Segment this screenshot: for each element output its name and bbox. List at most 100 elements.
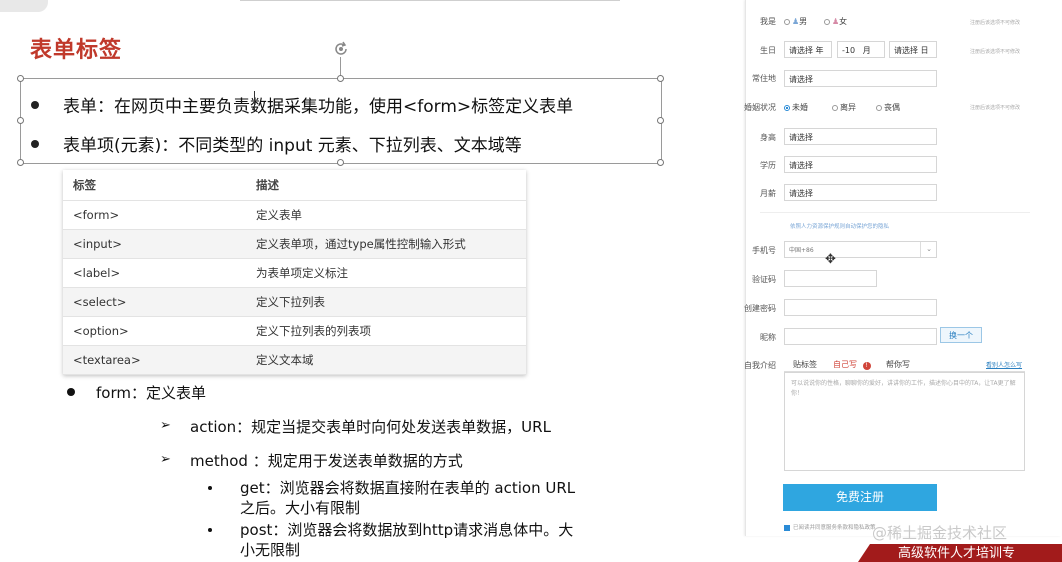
password-label: 创建密码 bbox=[744, 304, 776, 313]
month-unit: 月 bbox=[862, 46, 871, 55]
bullet-text: 表单项(元素)：不同类型的 input 元素、下拉列表、文本域等 bbox=[63, 136, 522, 156]
gender-label: 我是 bbox=[760, 17, 776, 26]
cell-description: 定义文本域 bbox=[246, 345, 526, 375]
resize-handle-tl[interactable] bbox=[17, 75, 24, 82]
note-form: form：定义表单 bbox=[96, 384, 206, 402]
rotate-connector bbox=[340, 57, 341, 77]
cell-description: 定义表单 bbox=[246, 200, 526, 230]
note-get-line2: 之后。大小有限制 bbox=[240, 499, 361, 517]
swap-nickname-button[interactable]: 换一个 bbox=[940, 327, 982, 343]
resize-handle-top[interactable] bbox=[337, 75, 344, 82]
table-header-row: 标签 描述 bbox=[63, 170, 526, 201]
male-text: 男 bbox=[799, 17, 808, 26]
privacy-link[interactable]: 依照人力资源保护规则自动保护您的隐私 bbox=[790, 222, 889, 230]
income-label: 月薪 bbox=[760, 189, 776, 198]
table-row: <form> 定义表单 bbox=[63, 200, 526, 230]
text-caret bbox=[254, 91, 255, 111]
note-get: get：浏览器会将数据直接附在表单的 action URL 之后。大小有限制 bbox=[240, 478, 575, 518]
radio-icon[interactable] bbox=[784, 18, 790, 25]
birth-day-select[interactable]: 请选择 日 bbox=[889, 41, 937, 58]
cell-tag: <select> bbox=[63, 287, 246, 317]
resize-handle-bl[interactable] bbox=[17, 159, 24, 166]
gender-female-option[interactable]: ♟女 bbox=[824, 16, 847, 27]
cell-description: 为表单项定义标注 bbox=[246, 258, 526, 288]
height-label: 身高 bbox=[760, 133, 776, 142]
resize-handle-br[interactable] bbox=[657, 159, 664, 166]
marital-option-text: 丧偶 bbox=[884, 103, 900, 112]
table-row: <textarea> 定义文本域 bbox=[63, 345, 526, 375]
note-get-line1: get：浏览器会将数据直接附在表单的 action URL bbox=[240, 479, 576, 497]
marital-option-unmarried[interactable]: 未婚 bbox=[784, 102, 808, 113]
divider-line bbox=[240, 0, 620, 1]
year-unit: 年 bbox=[815, 46, 824, 55]
cell-tag: <label> bbox=[63, 258, 246, 288]
tab-help-write[interactable]: 帮你写 bbox=[886, 359, 910, 370]
bullet-text: 表单：在网页中主要负责数据采集功能，使用<form>标签定义表单 bbox=[63, 97, 574, 117]
phone-label: 手机号 bbox=[752, 246, 776, 255]
note-action: action：规定当提交表单时向何处发送表单数据，URL bbox=[190, 418, 551, 436]
height-select[interactable]: 请选择 bbox=[784, 128, 937, 145]
verification-code-label: 验证码 bbox=[752, 275, 776, 284]
cell-description: 定义表单项，通过type属性控制输入形式 bbox=[246, 229, 526, 259]
nickname-label: 昵称 bbox=[760, 333, 776, 342]
marital-option-text: 未婚 bbox=[792, 103, 808, 112]
nickname-input[interactable] bbox=[784, 328, 937, 345]
arrow-bullet-icon: ➢ bbox=[160, 418, 171, 433]
resize-handle-bottom[interactable] bbox=[337, 159, 344, 166]
radio-icon[interactable] bbox=[832, 104, 838, 111]
verification-code-input[interactable] bbox=[784, 270, 877, 287]
gender-male-option[interactable]: ♟男 bbox=[784, 16, 807, 27]
marital-option-widowed[interactable]: 丧偶 bbox=[876, 102, 900, 113]
education-label: 学历 bbox=[760, 161, 776, 170]
rotate-handle-icon[interactable] bbox=[333, 41, 349, 57]
income-select[interactable]: 请选择 bbox=[784, 184, 937, 201]
cell-description: 定义下拉列表的列表项 bbox=[246, 316, 526, 346]
slide-title: 表单标签 bbox=[30, 38, 123, 63]
column-header-tag: 标签 bbox=[63, 170, 246, 201]
cell-tag: <form> bbox=[63, 200, 246, 230]
phone-input[interactable]: 中国+86 bbox=[784, 241, 937, 258]
bullet-dot bbox=[31, 140, 39, 148]
residence-select[interactable]: 请选择 bbox=[784, 70, 937, 87]
see-examples-link[interactable]: 看别人怎么写 bbox=[986, 360, 1022, 369]
resize-handle-left[interactable] bbox=[17, 117, 24, 124]
checkbox-icon[interactable] bbox=[784, 524, 790, 531]
resize-handle-right[interactable] bbox=[657, 117, 664, 124]
radio-icon[interactable] bbox=[824, 18, 830, 25]
agree-terms[interactable]: 已阅读并同意服务条款和隐私政策 bbox=[784, 523, 876, 531]
arrow-bullet-icon: ➢ bbox=[160, 452, 171, 467]
cell-tag: <textarea> bbox=[63, 345, 246, 375]
note-post: post：浏览器会将数据放到http请求消息体中。大 小无限制 bbox=[240, 520, 573, 560]
hint-text: 注册后该选项不可修改 bbox=[970, 105, 1021, 111]
intro-textarea[interactable]: 可以说说你的性格，聊聊你的爱好，讲讲你的工作，描述你心目中的TA，让TA更了解你… bbox=[784, 372, 1025, 471]
radio-icon[interactable] bbox=[876, 104, 882, 111]
table-row: <input> 定义表单项，通过type属性控制输入形式 bbox=[63, 229, 526, 259]
birth-month-select[interactable]: -10 月 bbox=[837, 41, 885, 58]
note-post-line1: post：浏览器会将数据放到http请求消息体中。大 bbox=[240, 521, 574, 539]
table-row: <select> 定义下拉列表 bbox=[63, 287, 526, 317]
password-input[interactable] bbox=[784, 299, 937, 316]
free-register-button[interactable]: 免费注册 bbox=[783, 484, 937, 511]
bullet-dot bbox=[31, 101, 39, 109]
residence-label: 常住地 bbox=[752, 74, 776, 83]
resize-handle-tr[interactable] bbox=[657, 75, 664, 82]
note-method: method ：规定用于发送表单数据的方式 bbox=[190, 452, 463, 470]
table-row: <option> 定义下拉列表的列表项 bbox=[63, 316, 526, 346]
cell-description: 定义下拉列表 bbox=[246, 287, 526, 317]
bullet-form-definition: 表单：在网页中主要负责数据采集功能，使用<form>标签定义表单 bbox=[31, 92, 573, 117]
marital-option-divorced[interactable]: 离异 bbox=[832, 102, 856, 113]
phone-country-code: 中国+86 bbox=[789, 247, 814, 254]
marital-option-text: 离异 bbox=[840, 103, 856, 112]
tab-tags[interactable]: 贴标签 bbox=[793, 359, 817, 370]
alert-icon: ! bbox=[862, 362, 871, 370]
education-select[interactable]: 请选择 bbox=[784, 156, 937, 173]
chevron-down-icon[interactable]: ⌄ bbox=[920, 242, 937, 257]
radio-icon[interactable] bbox=[784, 104, 790, 111]
birthday-label: 生日 bbox=[760, 46, 776, 55]
birth-year-select[interactable]: 请选择 年 bbox=[784, 41, 832, 58]
tab-write-yourself[interactable]: 自己写 ! bbox=[833, 359, 871, 370]
agree-terms-text: 已阅读并同意服务条款和隐私政策 bbox=[793, 525, 876, 531]
sub-bullet-dot bbox=[208, 486, 212, 490]
hint-text: 注册后该选项不可修改 bbox=[970, 49, 1021, 55]
tab-write-yourself-label: 自己写 bbox=[833, 360, 857, 369]
